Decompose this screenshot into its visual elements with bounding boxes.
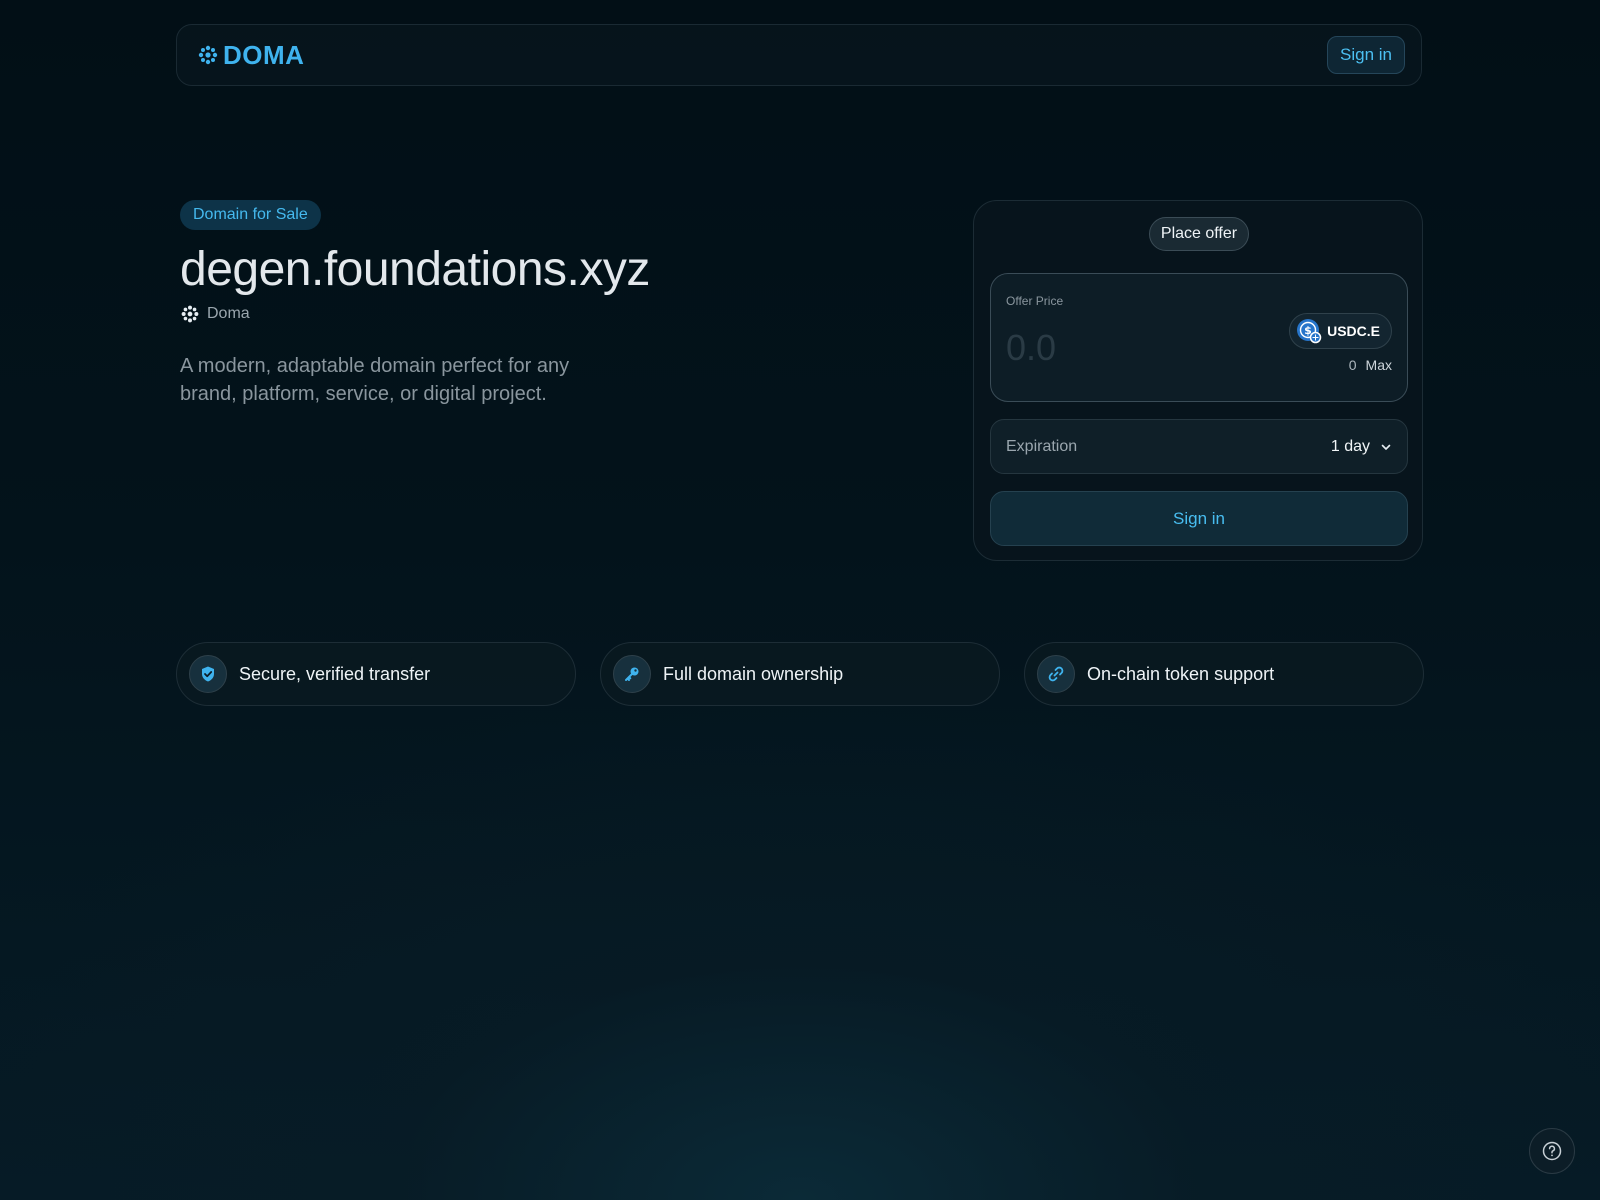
feature-token-support: On-chain token support bbox=[1024, 642, 1424, 706]
top-nav: DOMA Sign in bbox=[176, 24, 1422, 86]
logo-text: DOMA bbox=[223, 39, 305, 70]
feature-label: Full domain ownership bbox=[663, 663, 844, 684]
tab-place-offer[interactable]: Place offer bbox=[1149, 217, 1249, 251]
offer-card: Place offer Offer Price $ USDC.E 0 Max E… bbox=[973, 200, 1423, 561]
help-circle-icon bbox=[1542, 1141, 1562, 1161]
feature-label: On-chain token support bbox=[1087, 663, 1275, 684]
feature-secure-transfer: Secure, verified transfer bbox=[176, 642, 576, 706]
feature-label: Secure, verified transfer bbox=[239, 663, 431, 684]
status-badge: Domain for Sale bbox=[180, 200, 321, 230]
token-balance: 0 bbox=[1348, 357, 1357, 373]
offer-signin-button[interactable]: Sign in bbox=[990, 491, 1408, 546]
max-button[interactable]: Max bbox=[1366, 357, 1392, 373]
expiration-row: Expiration 1 day bbox=[990, 419, 1408, 474]
key-icon bbox=[613, 655, 651, 693]
help-button[interactable] bbox=[1529, 1128, 1575, 1174]
offer-price-input[interactable] bbox=[1006, 326, 1256, 370]
domain-title: degen.foundations.xyz bbox=[180, 243, 650, 296]
usdc-token-icon: $ bbox=[1297, 319, 1322, 344]
chevron-down-icon bbox=[1381, 444, 1391, 450]
doma-logo-icon bbox=[198, 45, 218, 65]
owner-row[interactable]: Doma bbox=[180, 304, 900, 324]
balance-row: 0 Max bbox=[1349, 357, 1392, 373]
expiration-label: Expiration bbox=[1006, 437, 1078, 455]
token-name: USDC.E bbox=[1327, 323, 1380, 339]
link-icon bbox=[1037, 655, 1075, 693]
offer-price-box: Offer Price $ USDC.E 0 Max bbox=[990, 273, 1408, 402]
token-selector[interactable]: $ USDC.E bbox=[1289, 313, 1392, 349]
shield-check-icon bbox=[189, 655, 227, 693]
owner-name: Doma bbox=[207, 305, 250, 322]
logo[interactable]: DOMA bbox=[197, 40, 304, 71]
features-row: Secure, verified transfer Full domain ow… bbox=[176, 642, 1424, 706]
domain-description: A modern, adaptable domain perfect for a… bbox=[180, 355, 570, 405]
expiration-value: 1 day bbox=[1330, 437, 1370, 455]
offer-price-label: Offer Price bbox=[1006, 294, 1064, 308]
hero-section: Domain for Sale degen.foundations.xyz Do… bbox=[180, 200, 900, 428]
feature-domain-ownership: Full domain ownership bbox=[600, 642, 1000, 706]
header-signin-button[interactable]: Sign in bbox=[1327, 36, 1405, 74]
expiration-select[interactable]: 1 day bbox=[1331, 438, 1392, 456]
doma-owner-icon bbox=[181, 305, 199, 323]
